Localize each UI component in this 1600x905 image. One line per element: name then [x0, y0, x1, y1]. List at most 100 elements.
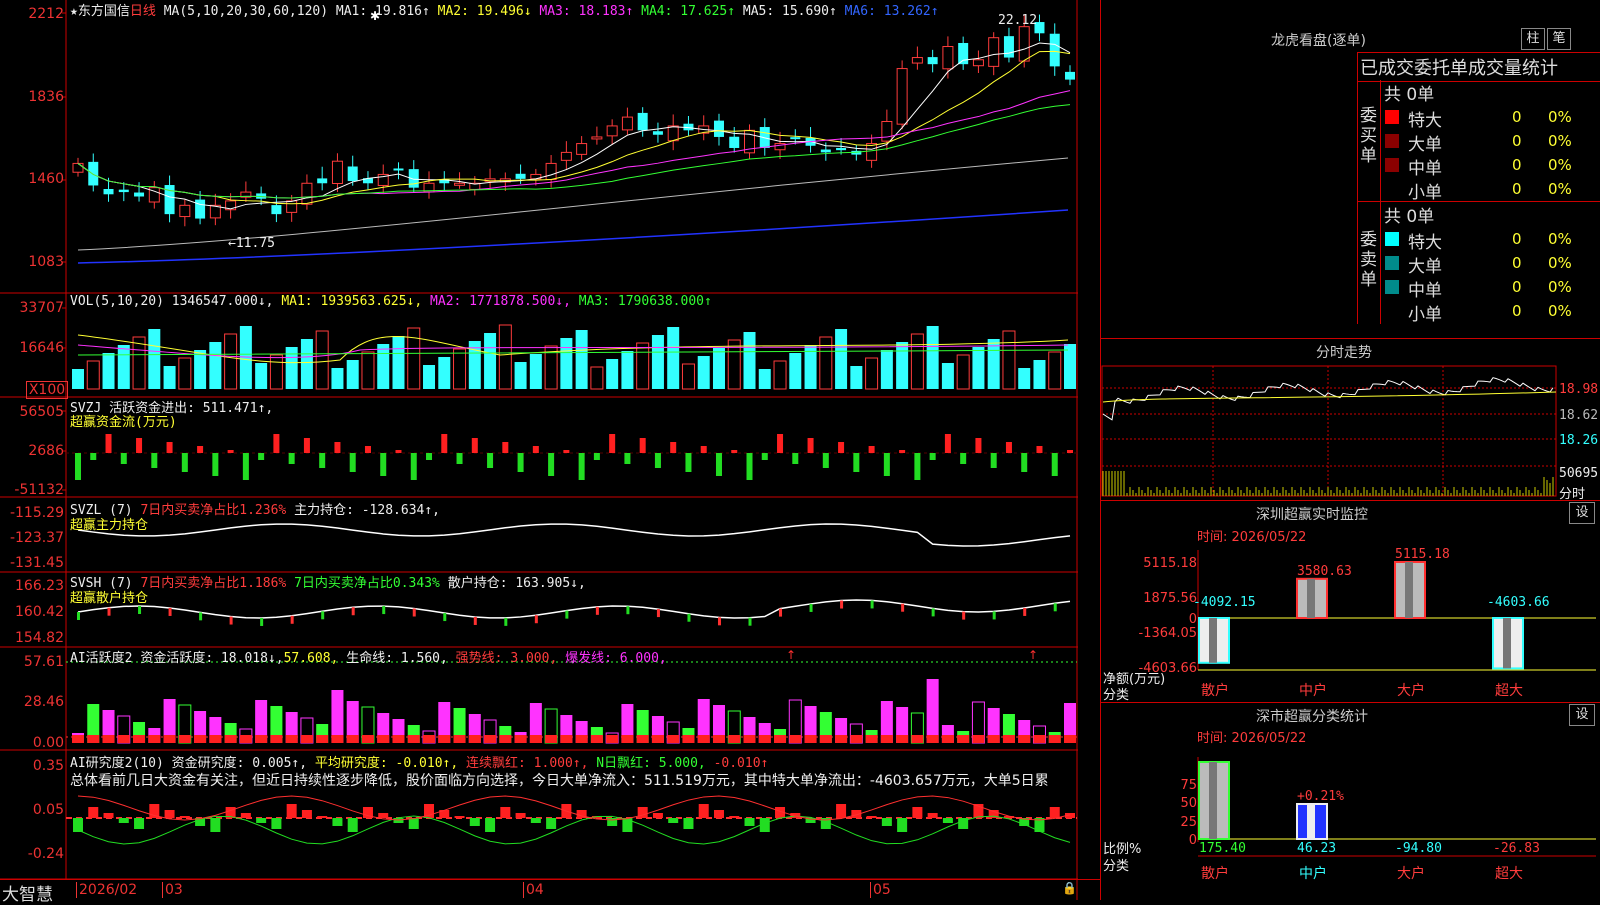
- activity-base: [728, 735, 741, 743]
- activity-base: [209, 735, 222, 743]
- holding-tick: [748, 617, 752, 626]
- activity-base: [651, 735, 664, 743]
- activity-base: [453, 735, 466, 743]
- ma120-line: [77, 209, 1069, 264]
- volume-bar: [453, 348, 467, 390]
- order-percent: 0%: [1548, 278, 1572, 296]
- candle: [866, 143, 878, 161]
- ai1-tick: 57.61: [23, 654, 64, 670]
- activity-base: [560, 735, 573, 743]
- y-tick-label: -1364.05: [1139, 626, 1197, 641]
- candle: [729, 136, 740, 148]
- candle: [1049, 33, 1060, 67]
- legend-swatch: [1385, 304, 1399, 318]
- holding-tick: [595, 606, 599, 615]
- candle: [317, 178, 328, 184]
- volume-bar: [789, 353, 802, 389]
- candle: [927, 57, 938, 65]
- activity-base: [865, 735, 878, 743]
- flow-bar: [761, 453, 768, 460]
- activity-base: [468, 735, 481, 743]
- flow-bar: [1067, 450, 1073, 453]
- ai1-tick: 28.46: [23, 694, 64, 710]
- holding-tick: [168, 607, 172, 616]
- flow-bar: [166, 442, 173, 453]
- settings-button[interactable]: 设: [1569, 502, 1595, 524]
- lock-icon[interactable]: 🔒: [1062, 881, 1077, 895]
- value-label: -94.80: [1395, 841, 1442, 856]
- flow-bar: [609, 434, 616, 453]
- volume-bar: [575, 330, 588, 389]
- holding-tick: [229, 616, 233, 625]
- order-size-label: 小单: [1408, 183, 1442, 203]
- candle: [545, 162, 557, 181]
- holding-tick: [901, 603, 905, 612]
- volume-bar: [926, 326, 939, 389]
- activity-base: [72, 735, 84, 743]
- flow-bar: [838, 442, 845, 453]
- holding-tick: [534, 615, 538, 624]
- fenshi-tick: 18.98: [1559, 382, 1599, 397]
- flow-bar: [1051, 453, 1058, 476]
- candle: [179, 204, 191, 218]
- lhb-heading: 已成交委托单成交量统计: [1360, 58, 1558, 79]
- holding-tick: [77, 612, 80, 620]
- activity-base: [239, 735, 252, 743]
- volume-bar: [255, 363, 268, 389]
- research-bar: [332, 818, 343, 826]
- y-tick-label: 75: [1180, 778, 1197, 793]
- flow-bar: [90, 453, 97, 460]
- research-bar: [286, 804, 297, 818]
- volume-bar: [438, 357, 451, 389]
- research-bar: [713, 810, 724, 818]
- activity-base: [194, 735, 207, 743]
- legend-swatch: [1385, 256, 1399, 270]
- candle: [393, 168, 404, 171]
- order-percent: 0%: [1548, 108, 1572, 126]
- activity-base: [1033, 735, 1046, 743]
- volume-bar: [987, 339, 1000, 389]
- holding-tick: [107, 607, 111, 616]
- order-count: 0: [1512, 156, 1522, 174]
- ai1-legend: AI活跃度2 资金活跃度: 18.018↓,57.608, 生命线: 1.560…: [70, 647, 667, 666]
- flow-bar: [578, 453, 585, 480]
- candle: [942, 46, 954, 70]
- volume-bar: [1033, 360, 1046, 389]
- activity-base: [835, 735, 848, 743]
- activity-base: [316, 735, 329, 743]
- activity-base: [499, 735, 512, 743]
- activity-base: [87, 735, 100, 743]
- svzj-tick: 56505: [19, 404, 64, 420]
- candle: [347, 166, 358, 182]
- period-label[interactable]: 日线: [130, 4, 156, 19]
- volume-bar: [1064, 344, 1076, 389]
- tick-view-button[interactable]: 笔: [1547, 28, 1571, 50]
- volume-bar: [300, 339, 313, 389]
- flow-bar: [822, 453, 829, 468]
- candle: [606, 125, 618, 137]
- bar-highlight: [1503, 618, 1511, 669]
- activity-base: [102, 735, 115, 743]
- legend-swatch: [1385, 280, 1399, 294]
- flow-bar: [975, 438, 982, 453]
- holding-tick: [443, 613, 447, 622]
- buy-orders-label: 委买单: [1360, 106, 1377, 166]
- legend-swatch: [1385, 110, 1399, 124]
- intraday-chart[interactable]: [1101, 364, 1600, 500]
- settings-button[interactable]: 设: [1569, 704, 1595, 726]
- category-label: 大户: [1397, 682, 1425, 699]
- candle: [591, 136, 603, 140]
- bar-view-button[interactable]: 柱: [1521, 28, 1545, 50]
- research-bar: [317, 816, 328, 818]
- candle: [134, 192, 145, 197]
- vol-unit[interactable]: X100: [26, 381, 68, 399]
- candle: [195, 199, 206, 219]
- flow-bar: [227, 450, 234, 453]
- volume-bar: [194, 350, 207, 389]
- vol-ma2: MA2: 1771878.500↓,: [430, 294, 571, 309]
- activity-base: [743, 735, 756, 743]
- fenshi-title: 分时走势: [1316, 345, 1372, 361]
- retail-holding-line: [77, 599, 1071, 619]
- holding-tick: [717, 617, 721, 626]
- activity-base: [1002, 735, 1015, 743]
